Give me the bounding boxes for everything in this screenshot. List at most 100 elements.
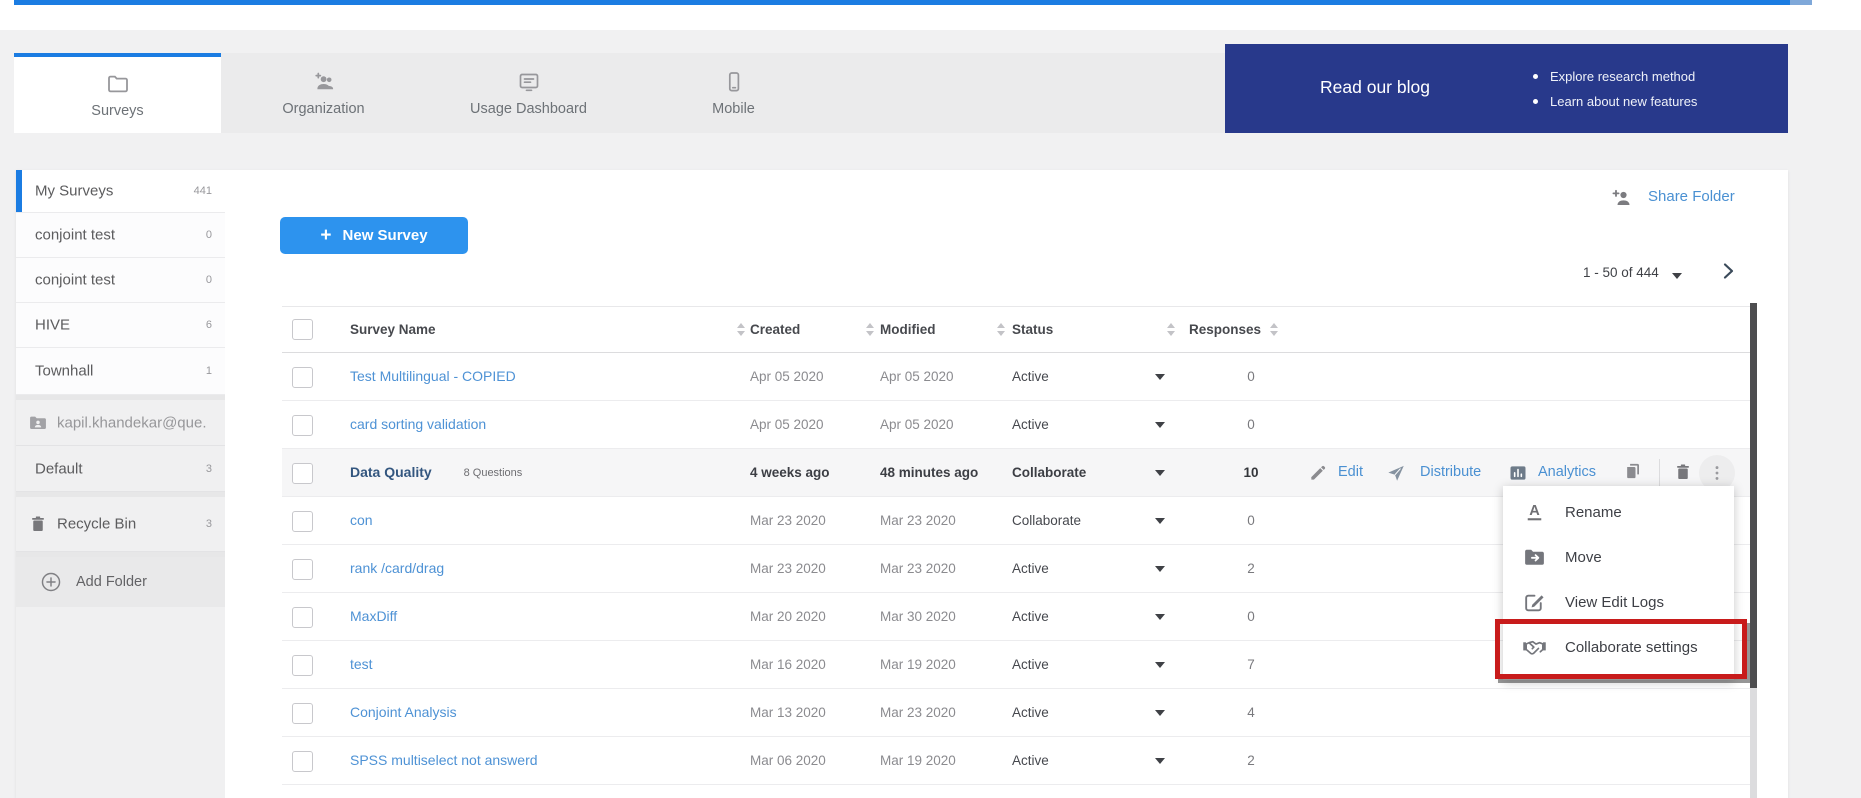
column-created[interactable]: Created xyxy=(750,307,800,352)
tab-surveys[interactable]: Surveys xyxy=(14,53,221,133)
folder-count: 0 xyxy=(206,229,212,241)
row-checkbox[interactable] xyxy=(292,655,313,676)
status-dropdown-caret[interactable] xyxy=(1155,662,1165,668)
delete-trash-icon[interactable] xyxy=(1673,462,1693,482)
promo-title[interactable]: Read our blog xyxy=(1225,77,1525,98)
table-row[interactable]: Test Multilingual - COPIED Apr 05 2020 A… xyxy=(282,353,1750,401)
column-responses[interactable]: Responses xyxy=(1189,307,1261,352)
table-scrollbar[interactable] xyxy=(1750,303,1757,798)
sidebar-item-conjoint-test[interactable]: conjoint test 0 xyxy=(16,258,225,303)
folder-count: 441 xyxy=(194,185,212,197)
survey-name-link[interactable]: con xyxy=(350,497,373,544)
content-card: My Surveys 441 conjoint test 0 conjoint … xyxy=(16,170,1788,798)
row-checkbox[interactable] xyxy=(292,607,313,628)
table-row[interactable]: Conjoint Analysis Mar 13 2020 Mar 23 202… xyxy=(282,689,1750,737)
edit-button[interactable]: Edit xyxy=(1338,449,1363,496)
promo-bullet-list: Explore research methodLearn about new f… xyxy=(1533,64,1697,114)
new-survey-button[interactable]: + New Survey xyxy=(280,217,468,254)
status-dropdown-caret[interactable] xyxy=(1155,710,1165,716)
created-cell: Mar 13 2020 xyxy=(750,689,826,736)
row-checkbox[interactable] xyxy=(292,415,313,436)
distribute-button[interactable]: Distribute xyxy=(1420,449,1481,496)
survey-name-link[interactable]: SPSS multiselect not answerd xyxy=(350,737,538,784)
sidebar-item-default[interactable]: Default 3 xyxy=(16,446,225,492)
modified-cell: Mar 23 2020 xyxy=(880,545,956,592)
sidebar-item-townhall[interactable]: Townhall 1 xyxy=(16,348,225,395)
sort-icon[interactable] xyxy=(737,323,747,336)
survey-name-link[interactable]: Test Multilingual - COPIED xyxy=(350,353,516,400)
distribute-plane-icon[interactable] xyxy=(1386,463,1406,483)
sort-icon[interactable] xyxy=(1167,323,1177,336)
column-modified[interactable]: Modified xyxy=(880,307,936,352)
menu-item-collaborate-settings[interactable]: Collaborate settings xyxy=(1503,625,1734,670)
created-cell: Apr 05 2020 xyxy=(750,401,824,448)
top-accent-bar-end xyxy=(1790,0,1812,5)
handshake-icon xyxy=(1522,635,1547,660)
sort-icon[interactable] xyxy=(997,323,1007,336)
sort-icon[interactable] xyxy=(1270,323,1280,336)
status-dropdown-caret[interactable] xyxy=(1155,518,1165,524)
status-dropdown-caret[interactable] xyxy=(1155,566,1165,572)
row-checkbox[interactable] xyxy=(292,751,313,772)
scrollbar-thumb[interactable] xyxy=(1750,303,1757,688)
folder-label: conjoint test xyxy=(35,227,115,244)
pagination-dropdown-caret[interactable] xyxy=(1672,273,1682,279)
row-checkbox[interactable] xyxy=(292,367,313,388)
table-row[interactable]: card sorting validation Apr 05 2020 Apr … xyxy=(282,401,1750,449)
duplicate-icon[interactable] xyxy=(1623,461,1645,483)
select-all-checkbox[interactable] xyxy=(292,319,313,340)
folder-label: Townhall xyxy=(35,363,93,380)
column-survey-name[interactable]: Survey Name xyxy=(350,307,436,352)
survey-name-link[interactable]: card sorting validation xyxy=(350,401,486,448)
survey-name-link[interactable]: rank /card/drag xyxy=(350,545,444,592)
edit-pencil-icon[interactable] xyxy=(1308,463,1328,483)
tab-label: Mobile xyxy=(712,101,755,117)
menu-item-move[interactable]: Move xyxy=(1503,535,1734,580)
created-cell: Apr 05 2020 xyxy=(750,353,824,400)
blog-promo-banner[interactable]: Read our blog Explore research methodLea… xyxy=(1225,44,1788,133)
folder-label: kapil.khandekar@que... xyxy=(57,414,207,431)
menu-item-view-edit-logs[interactable]: View Edit Logs xyxy=(1503,580,1734,625)
sidebar-item-conjoint-test[interactable]: conjoint test 0 xyxy=(16,213,225,258)
next-page-button[interactable] xyxy=(1718,261,1738,281)
tab-mobile[interactable]: Mobile xyxy=(631,53,836,133)
mobile-icon xyxy=(722,70,746,94)
modified-cell: Mar 30 2020 xyxy=(880,593,956,640)
actions-divider xyxy=(1659,459,1660,486)
tab-usage-dashboard[interactable]: Usage Dashboard xyxy=(426,53,631,133)
survey-name-link[interactable]: test xyxy=(350,641,373,688)
top-accent-bar xyxy=(14,0,1790,5)
add-folder-button[interactable]: Add Folder xyxy=(16,557,225,607)
survey-name-link[interactable]: MaxDiff xyxy=(350,593,397,640)
row-checkbox[interactable] xyxy=(292,703,313,724)
survey-name-link[interactable]: Conjoint Analysis xyxy=(350,689,457,736)
status-dropdown-caret[interactable] xyxy=(1155,374,1165,380)
pagination-range: 1 - 50 of 444 xyxy=(1583,265,1659,280)
row-checkbox[interactable] xyxy=(292,559,313,580)
status-dropdown-caret[interactable] xyxy=(1155,758,1165,764)
status-cell: Active xyxy=(1012,641,1049,688)
status-dropdown-caret[interactable] xyxy=(1155,614,1165,620)
sidebar-item-recycle-bin[interactable]: Recycle Bin 3 xyxy=(16,497,225,552)
analytics-chart-icon[interactable] xyxy=(1508,463,1528,483)
status-dropdown-caret[interactable] xyxy=(1155,422,1165,428)
status-cell: Active xyxy=(1012,737,1049,784)
tab-organization[interactable]: Organization xyxy=(221,53,426,133)
folder-count: 0 xyxy=(206,274,212,286)
modified-cell: Mar 19 2020 xyxy=(880,641,956,688)
surveys-dashboard-page: Surveys Organization Usage Dashboard Mob… xyxy=(0,0,1861,798)
menu-item-rename[interactable]: A Rename xyxy=(1503,490,1734,535)
sidebar-item-my-surveys[interactable]: My Surveys 441 xyxy=(16,170,225,213)
responses-cell: 0 xyxy=(1221,497,1281,544)
sidebar-item-kapil-khandekar-que[interactable]: kapil.khandekar@que... xyxy=(16,400,225,446)
sidebar-item-hive[interactable]: HIVE 6 xyxy=(16,303,225,348)
row-checkbox[interactable] xyxy=(292,511,313,532)
row-context-menu: A Rename Move View Edit Logs Collaborate… xyxy=(1503,486,1734,680)
column-status[interactable]: Status xyxy=(1012,307,1053,352)
trash-icon xyxy=(28,514,48,534)
folder-icon xyxy=(106,72,130,96)
sort-icon[interactable] xyxy=(866,323,876,336)
folder-count: 1 xyxy=(206,365,212,377)
table-row[interactable]: SPSS multiselect not answerd Mar 06 2020… xyxy=(282,737,1750,785)
tab-label: Usage Dashboard xyxy=(470,101,587,117)
